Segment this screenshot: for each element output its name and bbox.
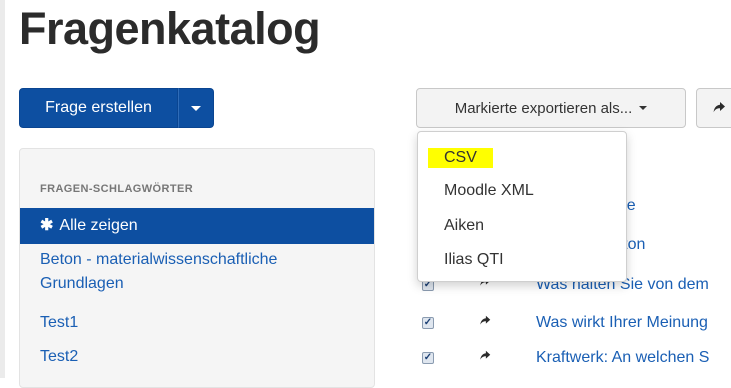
sidebar-item-beton[interactable]: Beton - materialwissenschaftliche Grundl… [20, 248, 350, 296]
create-question-dropdown-toggle[interactable] [178, 88, 214, 128]
row-checkbox[interactable]: ✓ [422, 352, 434, 364]
sidebar-item-label: Alle zeigen [59, 217, 138, 234]
sidebar-item-label: Test2 [40, 348, 79, 365]
sidebar-heading: FRAGEN-SCHLAGWÖRTER [40, 183, 194, 195]
chevron-down-icon [191, 105, 201, 111]
menu-item-moodle-xml[interactable]: Moodle XML [444, 181, 534, 201]
sidebar-item-label: Test1 [40, 314, 79, 331]
share-icon[interactable] [478, 349, 492, 363]
left-border [0, 0, 5, 378]
share-button[interactable] [696, 88, 731, 128]
share-icon [713, 102, 725, 113]
share-icon[interactable] [478, 314, 492, 328]
asterisk-icon: ✱ [40, 217, 54, 234]
row-checkbox[interactable]: ✓ [422, 317, 434, 329]
tag-sidebar: FRAGEN-SCHLAGWÖRTER ✱ Alle zeigen Beton … [19, 148, 375, 388]
export-selected-dropdown-button[interactable]: Markierte exportieren als... [416, 88, 686, 128]
menu-item-aiken[interactable]: Aiken [444, 216, 484, 236]
export-button-label: Markierte exportieren als... [454, 99, 633, 117]
export-dropdown-menu: CSV Moodle XML Aiken Ilias QTI [417, 131, 627, 282]
create-question-split-button: Frage erstellen [19, 88, 214, 128]
caret-down-icon [639, 106, 648, 110]
question-link[interactable]: Was wirkt Ihrer Meinung [536, 313, 731, 333]
page-title: Fragenkatalog [19, 3, 321, 54]
menu-item-csv[interactable]: CSV [428, 148, 493, 168]
sidebar-item-test1[interactable]: Test1 [20, 311, 374, 335]
create-question-button[interactable]: Frage erstellen [19, 88, 178, 128]
sidebar-item-show-all[interactable]: ✱ Alle zeigen [20, 208, 374, 244]
menu-item-ilias-qti[interactable]: Ilias QTI [444, 250, 504, 270]
sidebar-item-test2[interactable]: Test2 [20, 345, 374, 369]
question-link[interactable]: Kraftwerk: An welchen S [536, 348, 731, 368]
sidebar-item-label: Beton - materialwissenschaftliche Grundl… [40, 251, 278, 292]
